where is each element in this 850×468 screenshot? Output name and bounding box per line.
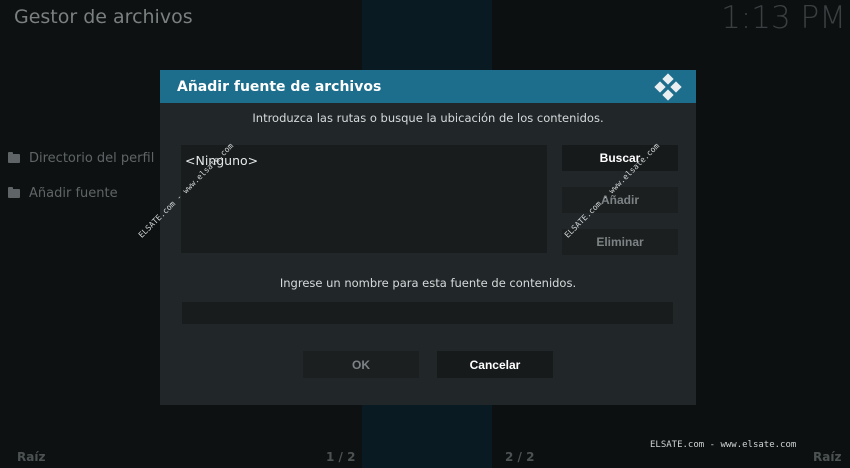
remove-button[interactable]: Eliminar <box>562 229 678 255</box>
source-name-field[interactable] <box>182 302 673 324</box>
ok-button[interactable]: OK <box>303 351 419 378</box>
add-source-dialog: Añadir fuente de archivos Introduzca las… <box>160 70 696 405</box>
footer-root-right[interactable]: Raíz <box>813 450 841 468</box>
clock: 1:13 PM <box>721 0 846 36</box>
paths-instruction: Introduzca las rutas o busque la ubicaci… <box>252 111 604 125</box>
sidebar-item-profile-directory[interactable]: Directorio del perfil <box>8 151 154 166</box>
folder-icon <box>8 152 20 163</box>
folder-icon <box>8 187 20 198</box>
source-path-list[interactable]: <Ninguno> <box>181 145 547 253</box>
sidebar-item-add-source[interactable]: Añadir fuente <box>8 186 118 201</box>
kodi-logo-icon <box>654 72 682 101</box>
cancel-button[interactable]: Cancelar <box>437 351 553 378</box>
sidebar-item-label: Añadir fuente <box>29 186 118 201</box>
footer-root-left[interactable]: Raíz <box>17 450 45 468</box>
footer-page-indicator-1: 1 / 2 <box>326 450 356 464</box>
footer-credit: ELSATE.com - www.elsate.com <box>650 440 797 450</box>
add-button[interactable]: Añadir <box>562 187 678 213</box>
browse-button[interactable]: Buscar <box>562 145 678 171</box>
dialog-title: Añadir fuente de archivos <box>177 78 382 95</box>
app-title: Gestor de archivos <box>14 6 193 28</box>
dialog-header: Añadir fuente de archivos <box>160 70 696 103</box>
footer-page-indicator-2: 2 / 2 <box>505 450 535 464</box>
sidebar-item-label: Directorio del perfil <box>29 151 155 166</box>
name-instruction: Ingrese un nombre para esta fuente de co… <box>279 276 577 290</box>
